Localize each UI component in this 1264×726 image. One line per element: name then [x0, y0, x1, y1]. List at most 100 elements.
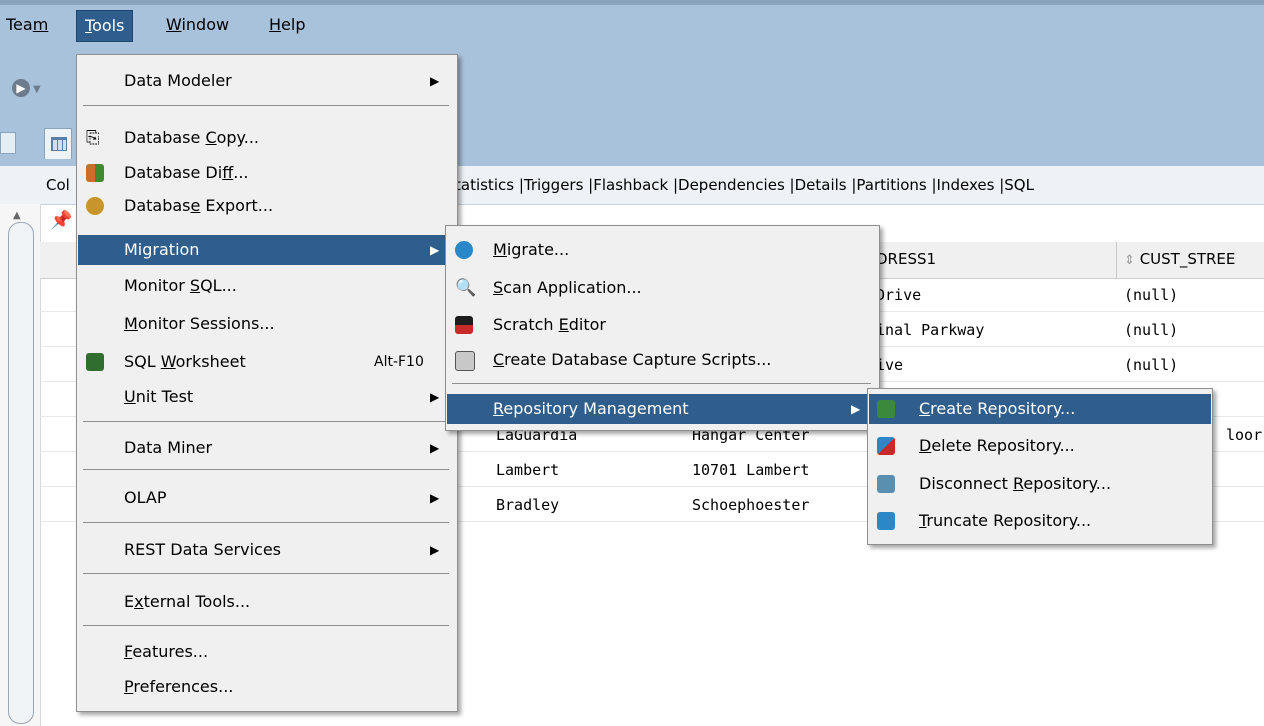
menu-item-label: Scan Application... [493, 278, 642, 297]
menu-item-data-modeler[interactable]: Data Modeler ▶ [78, 66, 456, 96]
menu-item-label: Migrate... [493, 240, 570, 259]
menu-item-database-copy[interactable]: ⎘ Database Copy... [78, 123, 456, 153]
menu-item-label: Preferences... [124, 677, 234, 696]
table-cell[interactable]: Bradley [496, 489, 559, 521]
table-cell[interactable]: Schoephoester [692, 489, 809, 521]
copy-icon: ⎘ [86, 128, 100, 148]
menu-item-label: Database Diff... [124, 163, 249, 182]
disconnect-repository-icon [877, 475, 895, 493]
menu-item-label: Delete Repository... [919, 436, 1075, 455]
menu-item-rest-data-services[interactable]: REST Data Services ▶ [78, 535, 456, 565]
menu-item-label: REST Data Services [124, 540, 281, 559]
submenu-arrow-icon: ▶ [430, 441, 440, 455]
menu-window[interactable]: Window [158, 10, 237, 40]
table-cell[interactable]: ive [876, 349, 903, 381]
menu-item-label: OLAP [124, 488, 167, 507]
menu-item-unit-test[interactable]: Unit Test ▶ [78, 382, 456, 412]
menu-tools[interactable]: Tools [76, 10, 134, 42]
menu-item-disconnect-repository[interactable]: Disconnect Repository... [869, 469, 1211, 499]
menu-item-label: Create Database Capture Scripts... [493, 350, 772, 369]
menu-item-migrate[interactable]: Migrate... [447, 235, 878, 265]
vertical-scrollbar[interactable] [8, 222, 34, 724]
menu-item-olap[interactable]: OLAP ▶ [78, 483, 456, 513]
menu-tools-label: Tools [85, 16, 125, 35]
menu-item-delete-repository[interactable]: Delete Repository... [869, 431, 1211, 461]
menu-item-label: Disconnect Repository... [919, 474, 1112, 493]
menu-separator [83, 105, 449, 106]
table-cell[interactable]: (null) [1124, 314, 1178, 346]
column-header-cust-street[interactable]: ⇕ CUST_STREE [1124, 250, 1235, 268]
table-cell[interactable]: (null) [1124, 279, 1178, 311]
menu-item-monitor-sql[interactable]: Monitor SQL... [78, 271, 456, 301]
menu-item-label: Database Copy... [124, 128, 259, 147]
database-export-icon [86, 197, 104, 215]
menu-item-database-diff[interactable]: Database Diff... [78, 158, 456, 188]
menu-item-label: Truncate Repository... [919, 511, 1092, 530]
menu-item-scan-application[interactable]: 🔍 Scan Application... [447, 273, 878, 303]
menu-item-label: Unit Test [124, 387, 194, 406]
table-cell[interactable]: (null) [1124, 349, 1178, 381]
repository-submenu: Create Repository... Delete Repository..… [867, 388, 1213, 545]
panel-restore-icon[interactable] [0, 132, 16, 154]
menu-item-label: Repository Management [493, 399, 689, 418]
menu-separator [83, 573, 449, 574]
menu-item-truncate-repository[interactable]: Truncate Repository... [869, 506, 1211, 536]
table-cell[interactable]: loor [1226, 419, 1262, 451]
sql-worksheet-icon [86, 353, 104, 371]
menu-item-monitor-sessions[interactable]: Monitor Sessions... [78, 309, 456, 339]
menu-item-repository-management[interactable]: Repository Management ▶ [447, 394, 878, 424]
menu-item-label: Migration [124, 240, 200, 259]
scroll-up-icon[interactable]: ▲ [13, 210, 21, 221]
shortcut-label: Alt-F10 [374, 354, 424, 370]
delete-repository-icon [877, 437, 895, 455]
menu-help-label: Help [269, 15, 306, 34]
column-divider[interactable] [1116, 242, 1117, 278]
submenu-arrow-icon: ▶ [430, 390, 440, 404]
sql-scratch-icon [455, 316, 473, 334]
table-cell[interactable]: Lambert [496, 454, 559, 486]
table-cell[interactable]: inal Parkway [876, 314, 984, 346]
menu-item-features[interactable]: Features... [78, 637, 456, 667]
menu-item-label: External Tools... [124, 592, 251, 611]
menu-item-data-miner[interactable]: Data Miner ▶ [78, 433, 456, 463]
menu-item-external-tools[interactable]: External Tools... [78, 587, 456, 617]
table-cell[interactable]: 10701 Lambert [692, 454, 809, 486]
tab-list[interactable]: tatistics |Triggers |Flashback |Dependen… [455, 176, 1034, 194]
menu-item-create-repository[interactable]: Create Repository... [869, 394, 1211, 424]
dropdown-arrow-icon[interactable]: ▼ [33, 84, 41, 95]
menu-item-database-export[interactable]: Database Export... [78, 191, 456, 221]
column-header-address1[interactable]: DRESS1 [876, 250, 936, 268]
truncate-repository-icon [877, 512, 895, 530]
column-header-label: CUST_STREE [1139, 250, 1236, 268]
tools-menu: Data Modeler ▶ ⎘ Database Copy... Databa… [76, 54, 458, 712]
forward-nav-icon[interactable]: ▶ [12, 79, 30, 97]
sort-icon: ⇕ [1124, 253, 1135, 268]
menu-separator [83, 522, 449, 523]
menu-separator [83, 625, 449, 626]
menu-item-label: Database Export... [124, 196, 274, 215]
menu-team[interactable]: Team [0, 10, 56, 40]
menu-item-scratch-editor[interactable]: Scratch Editor [447, 310, 878, 340]
menu-separator [83, 421, 449, 422]
migrate-icon [455, 241, 473, 259]
menu-item-label: Data Modeler [124, 71, 232, 90]
capture-scripts-icon [455, 351, 475, 371]
title-strip [0, 0, 1264, 5]
menu-item-migration[interactable]: Migration ▶ [78, 235, 456, 265]
menu-item-preferences[interactable]: Preferences... [78, 672, 456, 702]
menu-separator [83, 469, 449, 470]
submenu-arrow-icon: ▶ [851, 402, 861, 416]
migration-submenu: Migrate... 🔍 Scan Application... Scratch… [445, 225, 880, 431]
menu-item-label: Features... [124, 642, 209, 661]
menu-item-label: Monitor Sessions... [124, 314, 275, 333]
table-tab[interactable] [44, 128, 72, 159]
pin-icon[interactable]: 📌 [50, 210, 72, 231]
table-cell[interactable]: Drive [876, 279, 921, 311]
tab-columns[interactable]: Col [46, 176, 70, 194]
menu-item-sql-worksheet[interactable]: SQL Worksheet Alt-F10 [78, 347, 456, 377]
submenu-arrow-icon: ▶ [430, 74, 440, 88]
menu-help[interactable]: Help [261, 10, 313, 40]
menu-item-create-capture-scripts[interactable]: Create Database Capture Scripts... [447, 345, 878, 375]
submenu-arrow-icon: ▶ [430, 491, 440, 505]
menu-item-label: Monitor SQL... [124, 276, 237, 295]
